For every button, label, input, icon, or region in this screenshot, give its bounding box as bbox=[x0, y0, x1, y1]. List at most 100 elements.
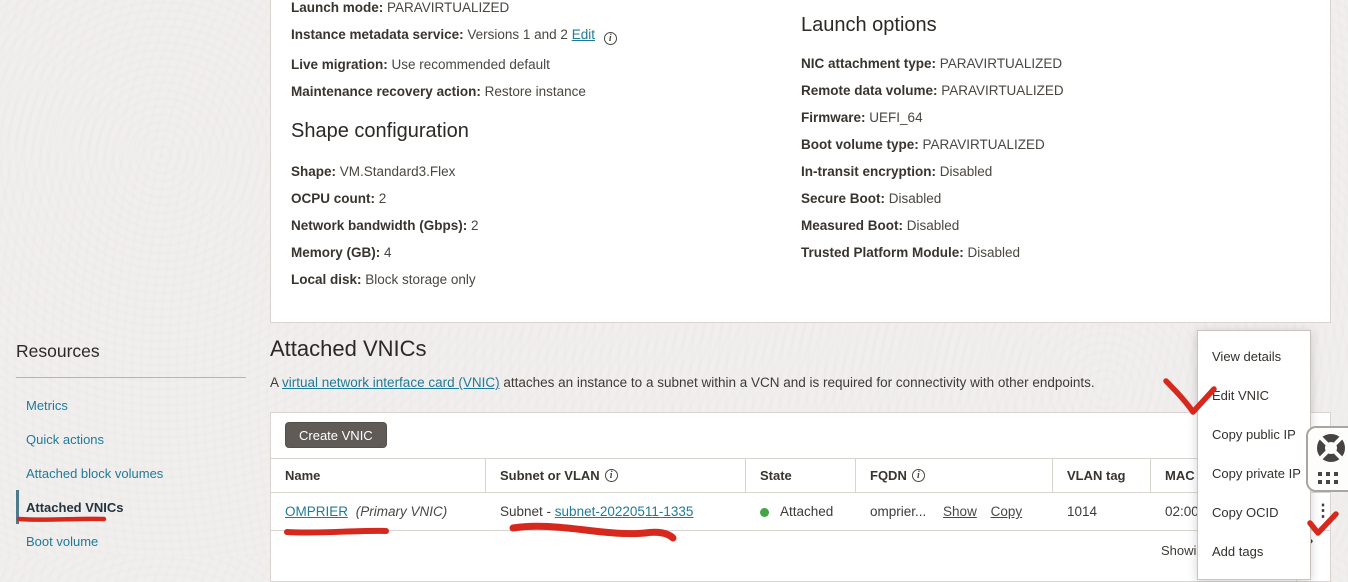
sidebar-divider bbox=[16, 377, 246, 378]
support-lifering-icon[interactable] bbox=[1316, 433, 1346, 463]
state-value: Attached bbox=[780, 504, 833, 519]
fqdn-value: omprier... bbox=[870, 504, 926, 519]
tpm-value: Disabled bbox=[968, 245, 1021, 260]
column-header-fqdn[interactable]: FQDN bbox=[856, 459, 1053, 492]
column-header-subnet-or-vlan[interactable]: Subnet or VLAN bbox=[486, 459, 746, 492]
live-migration-label: Live migration: bbox=[291, 57, 388, 72]
sidebar-item-attached-vnics[interactable]: Attached VNICs bbox=[16, 490, 248, 524]
cell-fqdn: omprier... Show Copy bbox=[856, 504, 1053, 519]
info-icon[interactable] bbox=[605, 469, 618, 482]
secure-boot-label: Secure Boot: bbox=[801, 191, 885, 206]
menu-item-copy-public-ip[interactable]: Copy public IP bbox=[1198, 415, 1310, 454]
remote-data-volume-row: Remote data volume: PARAVIRTUALIZED bbox=[801, 84, 1301, 98]
info-icon[interactable] bbox=[912, 469, 925, 482]
remote-data-volume-label: Remote data volume: bbox=[801, 83, 938, 98]
apps-grid-icon[interactable] bbox=[1318, 472, 1338, 484]
table-header-row: Name Subnet or VLAN State FQDN VLAN tag … bbox=[271, 458, 1330, 493]
boot-volume-type-row: Boot volume type: PARAVIRTUALIZED bbox=[801, 138, 1301, 152]
memory-row: Memory (GB): 4 bbox=[291, 246, 771, 260]
instance-details-card: Launch mode: PARAVIRTUALIZED Instance me… bbox=[270, 0, 1331, 323]
nic-attachment-value: PARAVIRTUALIZED bbox=[940, 56, 1062, 71]
vnic-doc-link[interactable]: virtual network interface card (VNIC) bbox=[282, 375, 500, 390]
launch-options-title: Launch options bbox=[801, 13, 1301, 37]
description-suffix: attaches an instance to a subnet within … bbox=[500, 375, 1095, 390]
instance-metadata-service-row: Instance metadata service: Versions 1 an… bbox=[291, 28, 771, 45]
attached-vnics-description: A virtual network interface card (VNIC) … bbox=[270, 375, 1170, 390]
sidebar-list: Metrics Quick actions Attached block vol… bbox=[16, 388, 248, 558]
memory-label: Memory (GB): bbox=[291, 245, 380, 260]
firmware-value: UEFI_64 bbox=[869, 110, 922, 125]
floating-help-widget bbox=[1306, 426, 1348, 492]
memory-value: 4 bbox=[384, 245, 392, 260]
vnic-name-link[interactable]: OMPRIER bbox=[285, 504, 348, 519]
maintenance-recovery-value: Restore instance bbox=[485, 84, 586, 99]
edit-metadata-link[interactable]: Edit bbox=[572, 27, 595, 42]
attached-status-icon bbox=[760, 508, 769, 517]
measured-boot-value: Disabled bbox=[907, 218, 960, 233]
cell-vlan-tag: 1014 bbox=[1053, 504, 1151, 519]
column-header-vlan-tag[interactable]: VLAN tag bbox=[1053, 459, 1151, 492]
launch-mode-label: Launch mode: bbox=[291, 0, 383, 15]
shape-row: Shape: VM.Standard3.Flex bbox=[291, 165, 771, 179]
menu-item-copy-ocid[interactable]: Copy OCID bbox=[1198, 493, 1310, 532]
resources-title: Resources bbox=[16, 341, 248, 362]
table-footer-showing-text: Showin bbox=[271, 531, 1330, 558]
in-transit-encryption-value: Disabled bbox=[940, 164, 993, 179]
sidebar-item-quick-actions[interactable]: Quick actions bbox=[16, 422, 248, 456]
column-subnet-label: Subnet or VLAN bbox=[500, 468, 600, 483]
column-vlan-label: VLAN tag bbox=[1067, 468, 1126, 483]
instance-details-left-column: Launch mode: PARAVIRTUALIZED Instance me… bbox=[291, 1, 771, 300]
create-vnic-button[interactable]: Create VNIC bbox=[285, 422, 387, 448]
resources-sidebar: Resources Metrics Quick actions Attached… bbox=[16, 341, 248, 558]
instance-metadata-service-label: Instance metadata service: bbox=[291, 27, 464, 42]
tpm-row: Trusted Platform Module: Disabled bbox=[801, 246, 1301, 260]
row-actions-context-menu: View details Edit VNIC Copy public IP Co… bbox=[1197, 330, 1311, 580]
nic-attachment-row: NIC attachment type: PARAVIRTUALIZED bbox=[801, 57, 1301, 71]
live-migration-row: Live migration: Use recommended default bbox=[291, 58, 771, 72]
column-name-label: Name bbox=[285, 468, 320, 483]
instance-metadata-service-value: Versions 1 and 2 bbox=[467, 27, 568, 42]
ocpu-count-label: OCPU count: bbox=[291, 191, 375, 206]
table-row: OMPRIER (Primary VNIC) Subnet - subnet-2… bbox=[271, 493, 1330, 531]
menu-item-copy-private-ip[interactable]: Copy private IP bbox=[1198, 454, 1310, 493]
sidebar-item-metrics[interactable]: Metrics bbox=[16, 388, 248, 422]
maintenance-recovery-row: Maintenance recovery action: Restore ins… bbox=[291, 85, 771, 99]
network-bandwidth-row: Network bandwidth (Gbps): 2 bbox=[291, 219, 771, 233]
firmware-label: Firmware: bbox=[801, 110, 866, 125]
in-transit-encryption-label: In-transit encryption: bbox=[801, 164, 936, 179]
subnet-link[interactable]: subnet-20220511-1335 bbox=[555, 504, 694, 519]
column-fqdn-label: FQDN bbox=[870, 468, 907, 483]
nic-attachment-label: NIC attachment type: bbox=[801, 56, 936, 71]
shape-value: VM.Standard3.Flex bbox=[340, 164, 456, 179]
local-disk-row: Local disk: Block storage only bbox=[291, 273, 771, 287]
remote-data-volume-value: PARAVIRTUALIZED bbox=[941, 83, 1063, 98]
local-disk-value: Block storage only bbox=[365, 272, 475, 287]
in-transit-encryption-row: In-transit encryption: Disabled bbox=[801, 165, 1301, 179]
tpm-label: Trusted Platform Module: bbox=[801, 245, 964, 260]
description-prefix: A bbox=[270, 375, 282, 390]
secure-boot-row: Secure Boot: Disabled bbox=[801, 192, 1301, 206]
vnics-table-panel: Create VNIC Name Subnet or VLAN State FQ… bbox=[270, 412, 1331, 582]
menu-item-view-details[interactable]: View details bbox=[1198, 337, 1310, 376]
fqdn-show-link[interactable]: Show bbox=[943, 504, 977, 519]
ocpu-count-value: 2 bbox=[379, 191, 387, 206]
fqdn-copy-link[interactable]: Copy bbox=[991, 504, 1023, 519]
attached-vnics-title: Attached VNICs bbox=[270, 336, 1170, 362]
sidebar-item-boot-volume[interactable]: Boot volume bbox=[16, 524, 248, 558]
cell-name: OMPRIER (Primary VNIC) bbox=[271, 504, 486, 519]
vlan-tag-value: 1014 bbox=[1067, 504, 1097, 519]
firmware-row: Firmware: UEFI_64 bbox=[801, 111, 1301, 125]
launch-mode-value: PARAVIRTUALIZED bbox=[387, 0, 509, 15]
local-disk-label: Local disk: bbox=[291, 272, 362, 287]
attached-vnics-header: Attached VNICs A virtual network interfa… bbox=[270, 336, 1170, 390]
sidebar-item-attached-block-volumes[interactable]: Attached block volumes bbox=[16, 456, 248, 490]
menu-item-edit-vnic[interactable]: Edit VNIC bbox=[1198, 376, 1310, 415]
ocpu-count-row: OCPU count: 2 bbox=[291, 192, 771, 206]
launch-options-column: Launch options NIC attachment type: PARA… bbox=[801, 13, 1301, 273]
table-toolbar: Create VNIC bbox=[271, 413, 1330, 458]
info-icon[interactable] bbox=[604, 32, 617, 45]
menu-item-add-tags[interactable]: Add tags bbox=[1198, 532, 1310, 571]
row-actions-kebab-icon[interactable] bbox=[1313, 499, 1333, 523]
column-header-state[interactable]: State bbox=[746, 459, 856, 492]
column-header-name[interactable]: Name bbox=[271, 459, 486, 492]
